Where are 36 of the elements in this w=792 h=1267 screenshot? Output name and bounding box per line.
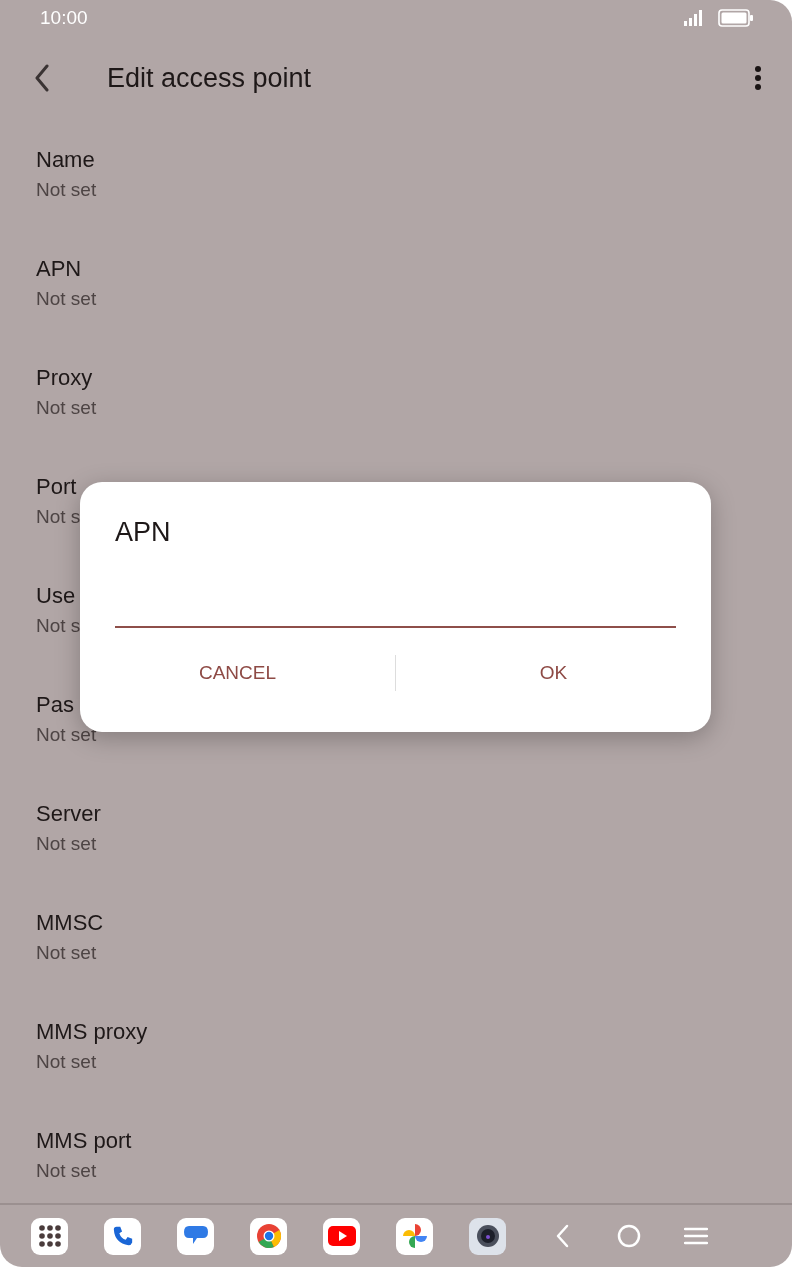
signal-icon bbox=[684, 10, 702, 26]
setting-value: Not set bbox=[36, 1159, 97, 1183]
apps-grid-icon[interactable] bbox=[31, 1217, 68, 1255]
more-options-icon[interactable] bbox=[754, 65, 762, 91]
setting-title[interactable]: MMSC bbox=[36, 909, 104, 937]
setting-title[interactable]: Port bbox=[36, 473, 77, 501]
video-play-icon[interactable] bbox=[323, 1217, 360, 1255]
setting-value: Not set bbox=[36, 941, 97, 965]
setting-value: Not s bbox=[36, 614, 81, 638]
browser-icon[interactable] bbox=[250, 1217, 287, 1255]
back-icon[interactable] bbox=[34, 64, 50, 92]
dialog-button[interactable]: CANCEL bbox=[80, 643, 395, 703]
battery-icon bbox=[718, 9, 754, 27]
setting-value: Not set bbox=[36, 287, 97, 311]
setting-title[interactable]: MMS port bbox=[36, 1127, 132, 1155]
dialog-title: APN bbox=[115, 516, 171, 548]
setting-title[interactable]: Name bbox=[36, 146, 95, 174]
setting-value: Not set bbox=[36, 178, 97, 202]
dialog-button[interactable]: OK bbox=[396, 643, 711, 703]
setting-title[interactable]: Server bbox=[36, 800, 101, 828]
setting-value: Not set bbox=[36, 1050, 97, 1074]
setting-title[interactable]: MMS proxy bbox=[36, 1018, 148, 1046]
setting-title[interactable]: Pas bbox=[36, 691, 74, 719]
setting-title[interactable]: Use bbox=[36, 582, 76, 610]
setting-value: Not set bbox=[36, 396, 97, 420]
page-title: Edit access point bbox=[107, 62, 313, 94]
pinwheel-icon[interactable] bbox=[396, 1217, 433, 1255]
status-time: 10:00 bbox=[40, 7, 88, 29]
chat-bubble-icon[interactable] bbox=[177, 1217, 214, 1255]
setting-title[interactable]: Proxy bbox=[36, 364, 93, 392]
camera-icon[interactable] bbox=[469, 1217, 506, 1255]
setting-title[interactable]: APN bbox=[36, 255, 82, 283]
phone-icon[interactable] bbox=[104, 1217, 141, 1255]
setting-value: Not set bbox=[36, 723, 97, 747]
setting-value: Not s bbox=[36, 505, 81, 529]
setting-value: Not set bbox=[36, 832, 97, 856]
